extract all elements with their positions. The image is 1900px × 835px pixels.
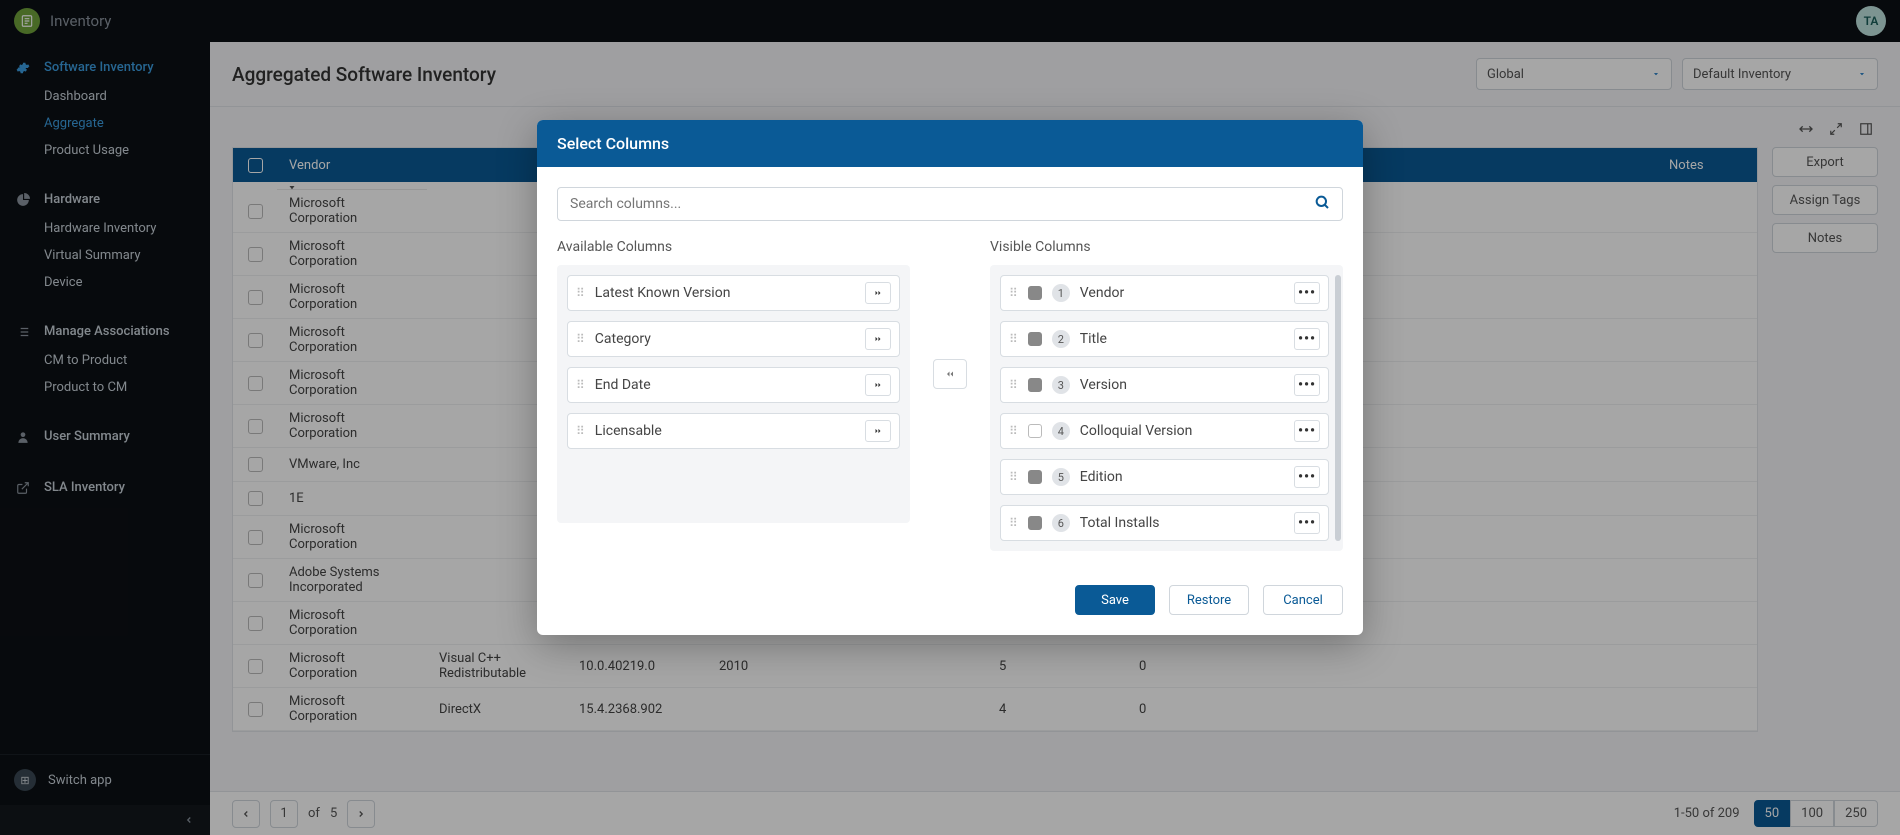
drag-handle-icon[interactable]: ⠿ xyxy=(1009,424,1018,438)
column-name: Licensable xyxy=(595,423,662,439)
move-all-left-button[interactable] xyxy=(933,359,967,389)
column-search-input[interactable] xyxy=(570,196,1304,212)
column-name: Vendor xyxy=(1080,285,1124,301)
visible-column-item[interactable]: ⠿ 6 Total Installs ••• xyxy=(1000,505,1329,541)
save-button[interactable]: Save xyxy=(1075,585,1155,615)
drag-handle-icon[interactable]: ⠿ xyxy=(576,286,585,300)
column-order-badge: 4 xyxy=(1052,422,1070,440)
visible-column-item[interactable]: ⠿ 4 Colloquial Version ••• xyxy=(1000,413,1329,449)
column-options-button[interactable]: ••• xyxy=(1294,466,1320,488)
available-column-item[interactable]: ⠿ Category xyxy=(567,321,900,357)
column-name: Latest Known Version xyxy=(595,285,731,301)
visible-column-item[interactable]: ⠿ 2 Title ••• xyxy=(1000,321,1329,357)
search-icon xyxy=(1314,194,1330,214)
drag-handle-icon[interactable]: ⠿ xyxy=(1009,516,1018,530)
column-order-badge: 2 xyxy=(1052,330,1070,348)
column-name: Edition xyxy=(1080,469,1123,485)
column-order-badge: 6 xyxy=(1052,514,1070,532)
drag-handle-icon[interactable]: ⠿ xyxy=(1009,470,1018,484)
available-column-item[interactable]: ⠿ Latest Known Version xyxy=(567,275,900,311)
visible-columns-label: Visible Columns xyxy=(990,239,1343,255)
column-search[interactable] xyxy=(557,187,1343,221)
column-name: Total Installs xyxy=(1080,515,1160,531)
drag-handle-icon[interactable]: ⠿ xyxy=(576,424,585,438)
available-columns-label: Available Columns xyxy=(557,239,910,255)
available-column-item[interactable]: ⠿ End Date xyxy=(567,367,900,403)
move-right-button[interactable] xyxy=(865,282,891,304)
column-visible-checkbox[interactable] xyxy=(1028,424,1042,438)
column-order-badge: 1 xyxy=(1052,284,1070,302)
column-visible-checkbox[interactable] xyxy=(1028,332,1042,346)
column-options-button[interactable]: ••• xyxy=(1294,512,1320,534)
drag-handle-icon[interactable]: ⠿ xyxy=(576,332,585,346)
visible-column-item[interactable]: ⠿ 5 Edition ••• xyxy=(1000,459,1329,495)
drag-handle-icon[interactable]: ⠿ xyxy=(1009,378,1018,392)
column-visible-checkbox[interactable] xyxy=(1028,470,1042,484)
select-columns-modal: Select Columns Available Columns ⠿ Lates… xyxy=(537,120,1363,635)
visible-columns-scrollbar[interactable] xyxy=(1335,275,1341,541)
modal-overlay: Select Columns Available Columns ⠿ Lates… xyxy=(0,0,1900,835)
column-options-button[interactable]: ••• xyxy=(1294,282,1320,304)
column-name: Title xyxy=(1080,331,1107,347)
column-options-button[interactable]: ••• xyxy=(1294,374,1320,396)
available-columns-panel: Available Columns ⠿ Latest Known Version… xyxy=(557,239,910,523)
visible-columns-panel: Visible Columns ⠿ 1 Vendor ••• ⠿ 2 Title… xyxy=(990,239,1343,551)
column-order-badge: 3 xyxy=(1052,376,1070,394)
column-name: Version xyxy=(1080,377,1127,393)
visible-column-item[interactable]: ⠿ 1 Vendor ••• xyxy=(1000,275,1329,311)
restore-button[interactable]: Restore xyxy=(1169,585,1249,615)
column-options-button[interactable]: ••• xyxy=(1294,328,1320,350)
move-right-button[interactable] xyxy=(865,420,891,442)
move-right-button[interactable] xyxy=(865,328,891,350)
move-right-button[interactable] xyxy=(865,374,891,396)
cancel-button[interactable]: Cancel xyxy=(1263,585,1343,615)
drag-handle-icon[interactable]: ⠿ xyxy=(576,378,585,392)
column-order-badge: 5 xyxy=(1052,468,1070,486)
available-column-item[interactable]: ⠿ Licensable xyxy=(567,413,900,449)
column-options-button[interactable]: ••• xyxy=(1294,420,1320,442)
drag-handle-icon[interactable]: ⠿ xyxy=(1009,332,1018,346)
drag-handle-icon[interactable]: ⠿ xyxy=(1009,286,1018,300)
modal-title: Select Columns xyxy=(537,120,1363,167)
column-name: End Date xyxy=(595,377,651,393)
column-visible-checkbox[interactable] xyxy=(1028,286,1042,300)
column-name: Colloquial Version xyxy=(1080,423,1193,439)
column-name: Category xyxy=(595,331,651,347)
column-visible-checkbox[interactable] xyxy=(1028,516,1042,530)
column-visible-checkbox[interactable] xyxy=(1028,378,1042,392)
visible-column-item[interactable]: ⠿ 3 Version ••• xyxy=(1000,367,1329,403)
